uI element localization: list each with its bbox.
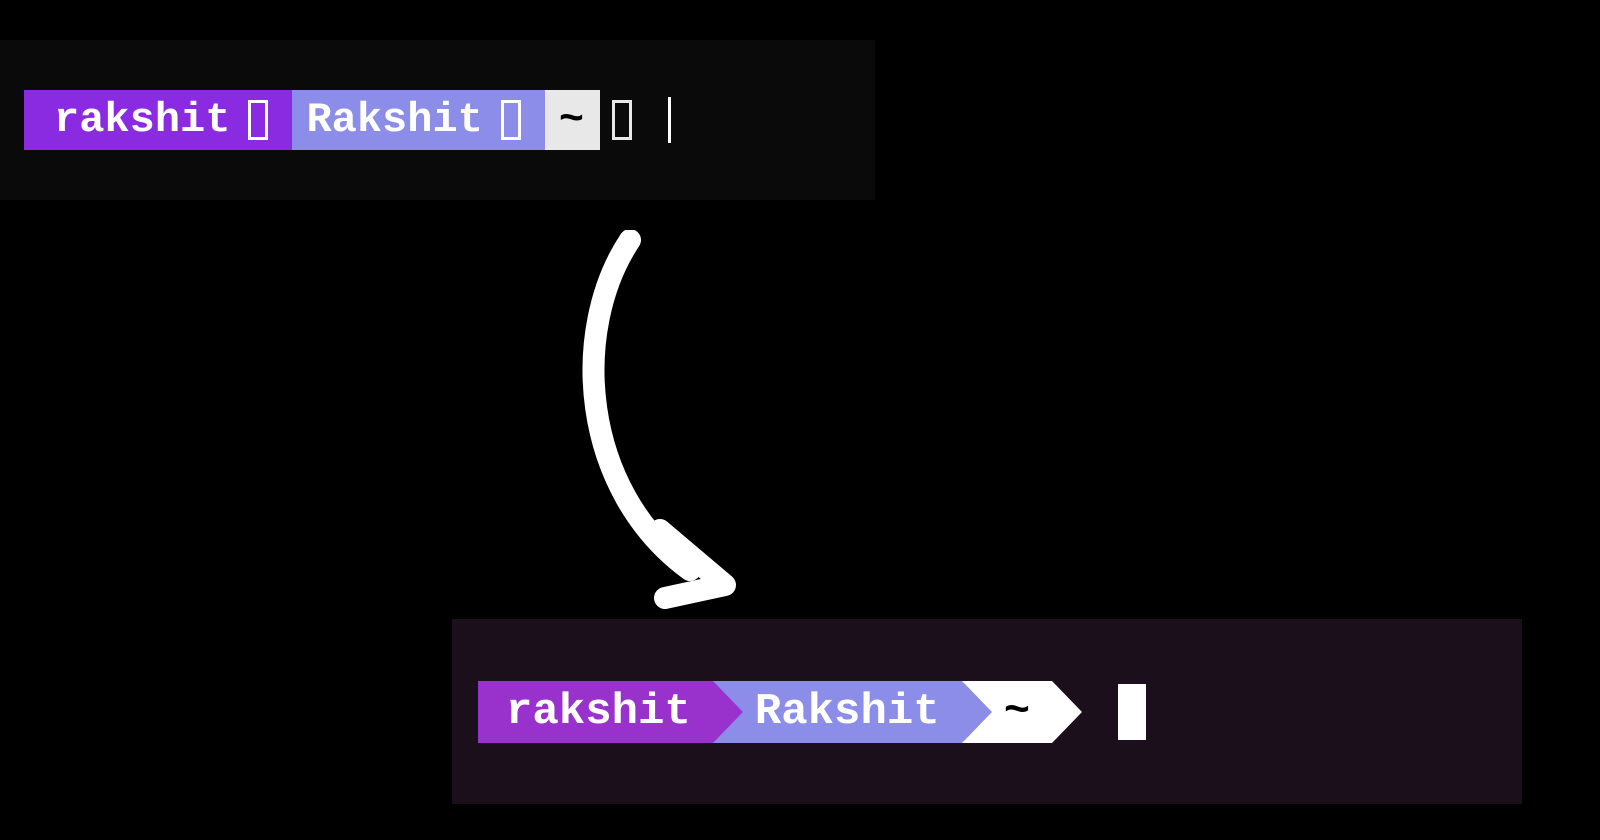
cursor-icon[interactable] [668,97,671,143]
prompt-user-segment: rakshit [478,681,713,743]
broken-glyph-icon [608,96,636,144]
terminal-before: rakshit Rakshit ~ [0,40,875,200]
prompt-host-segment: Rakshit [743,681,962,743]
prompt-path-segment: ~ [545,90,600,150]
prompt-path-segment: ~ [992,681,1052,743]
powerline-arrow-icon [1052,681,1082,743]
prompt-host-text: Rakshit [306,96,482,144]
prompt-end-segment [600,90,644,150]
prompt-path-text: ~ [1004,687,1030,737]
prompt-host-segment: Rakshit [292,90,544,150]
cursor-icon[interactable] [1118,684,1146,740]
terminal-after: rakshit Rakshit ~ [452,619,1522,804]
powerline-arrow-icon [962,681,992,743]
broken-glyph-icon [497,96,525,144]
powerline-arrow-icon [713,681,743,743]
prompt-user-text: rakshit [506,687,691,737]
prompt-user-text: rakshit [54,96,230,144]
curved-arrow-icon [530,230,790,610]
broken-glyph-icon [244,96,272,144]
prompt-path-text: ~ [559,96,584,144]
prompt-user-segment: rakshit [24,90,292,150]
prompt-host-text: Rakshit [755,687,940,737]
